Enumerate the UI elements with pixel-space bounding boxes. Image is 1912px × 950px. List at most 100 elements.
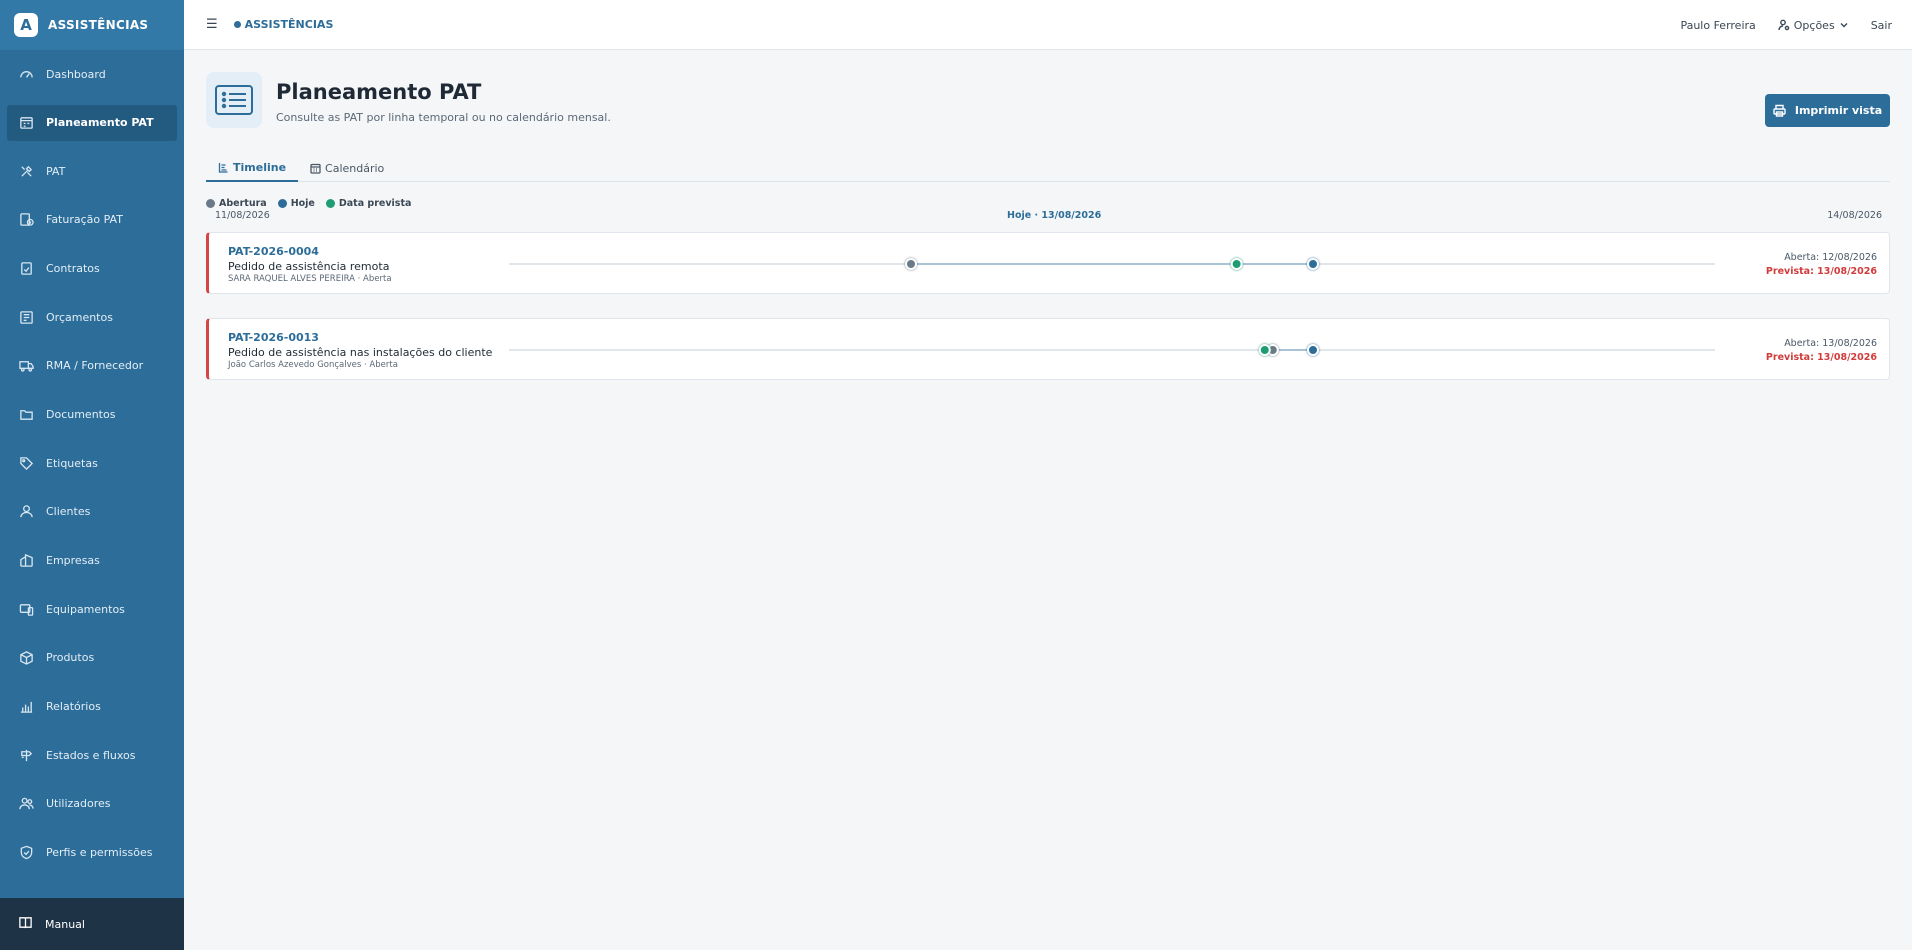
planned-marker — [1258, 344, 1271, 356]
timeline-legend: Abertura Hoje Data prevista — [206, 198, 422, 209]
sidebar-item-label: Equipamentos — [46, 602, 125, 616]
sidebar-item-clientes[interactable]: Clientes — [0, 488, 184, 537]
sidebar-item-relatorios[interactable]: Relatórios — [0, 682, 184, 731]
sidebar-item-utilizadores[interactable]: Utilizadores — [0, 780, 184, 829]
sidebar-item-faturacao-pat[interactable]: Faturação PAT — [0, 195, 184, 244]
sidebar-item-orcamentos[interactable]: Orçamentos — [0, 293, 184, 342]
sidebar-brand[interactable]: A ASSISTÊNCIAS — [0, 0, 184, 50]
sidebar-item-label: Relatórios — [46, 700, 101, 714]
sidebar-item-label: Clientes — [46, 505, 91, 519]
today-marker — [1307, 344, 1319, 356]
options-label: Opções — [1793, 18, 1835, 32]
sidebar-item-perfis-e-permissoes[interactable]: Perfis e permissões — [0, 828, 184, 877]
budget-icon — [18, 309, 34, 325]
legend-today: Hoje — [277, 198, 315, 209]
brand-name: ASSISTÊNCIAS — [48, 18, 149, 32]
pat-code-link[interactable]: PAT-2026-0004 — [228, 245, 319, 258]
invoice-clock-icon — [18, 212, 34, 228]
contract-check-icon — [18, 260, 34, 276]
printer-icon — [1773, 104, 1786, 117]
sidebar-item-documentos[interactable]: Documentos — [0, 390, 184, 439]
legend-opened: Abertura — [206, 198, 267, 209]
top-right-actions: Paulo Ferreira Opções Sair — [1658, 0, 1892, 50]
pat-planned-date: Prevista: 13/08/2026 — [1765, 266, 1877, 277]
pat-card[interactable]: PAT-2026-0004 Pedido de assistência remot… — [206, 232, 1890, 294]
chart-icon — [18, 699, 34, 715]
pat-client-status: João Carlos Azevedo Gonçalves · Aberta — [228, 360, 398, 370]
sidebar-item-contratos[interactable]: Contratos — [0, 244, 184, 293]
sidebar-nav: Dashboard Planeamento PAT PAT Faturação PAT… — [0, 50, 184, 877]
user-name: Paulo Ferreira — [1680, 18, 1756, 32]
planned-marker — [1230, 258, 1243, 270]
sidebar-item-estados-e-fluxos[interactable]: Estados e fluxos — [0, 731, 184, 780]
pat-opened-date: Aberta: 12/08/2026 — [1784, 252, 1877, 263]
legend-planned: Data prevista — [325, 198, 411, 209]
opened-marker — [905, 258, 917, 270]
pat-description: Pedido de assistência remota — [228, 260, 390, 273]
tab-timeline[interactable]: Timeline — [206, 154, 299, 182]
sidebar-item-dashboard[interactable]: Dashboard — [0, 50, 184, 99]
sidebar-item-label: Faturação PAT — [46, 213, 123, 227]
sidebar-item-planeamento-pat[interactable]: Planeamento PAT — [7, 104, 177, 141]
devices-icon — [18, 601, 34, 617]
sidebar-item-label: Manual — [45, 917, 85, 931]
options-menu[interactable]: Opções — [1778, 19, 1849, 32]
legend-swatch — [325, 199, 335, 208]
signpost-icon — [18, 747, 34, 763]
truck-icon — [18, 358, 34, 374]
sidebar-item-rma-fornecedor[interactable]: RMA / Fornecedor — [0, 341, 184, 390]
timeline-end-date: 14/08/2026 — [1827, 210, 1882, 221]
sidebar-item-label: Etiquetas — [46, 456, 98, 470]
chevron-down-icon — [1840, 23, 1848, 28]
page-subtitle: Consulte as PAT por linha temporal ou no… — [276, 111, 611, 124]
pat-opened-date: Aberta: 13/08/2026 — [1784, 338, 1877, 349]
tab-calendar[interactable]: Calendário — [298, 154, 396, 182]
logout-link[interactable]: Sair — [1871, 19, 1892, 32]
print-view-button[interactable]: Imprimir vista — [1765, 94, 1890, 127]
tab-label: Timeline — [233, 160, 287, 174]
building-icon — [18, 553, 34, 569]
menu-toggle-icon[interactable]: ☰ — [206, 17, 218, 32]
sidebar-item-label: PAT — [46, 164, 66, 178]
view-tabs: Timeline Calendário — [206, 154, 1890, 182]
sidebar-item-label: Estados e fluxos — [46, 748, 136, 762]
sidebar-item-label: Planeamento PAT — [46, 116, 154, 130]
book-icon — [18, 915, 33, 933]
sidebar-item-pat[interactable]: PAT — [0, 147, 184, 196]
main-content: Planeamento PAT Consulte as PAT por linh… — [184, 50, 1912, 950]
sidebar-item-label: Produtos — [46, 651, 95, 665]
print-view-label: Imprimir vista — [1794, 104, 1883, 117]
sidebar-item-label: RMA / Fornecedor — [46, 359, 144, 373]
sidebar-item-label: Documentos — [46, 407, 116, 421]
pat-code-link[interactable]: PAT-2026-0013 — [228, 331, 319, 344]
today-marker — [1307, 258, 1319, 270]
pat-dates: Aberta: 13/08/2026 Prevista: 13/08/2026 — [1766, 338, 1877, 363]
sidebar-item-label: Utilizadores — [46, 797, 111, 811]
top-bar: ☰ ASSISTÊNCIAS Paulo Ferreira Opções Sai… — [184, 0, 1912, 50]
sidebar-item-equipamentos[interactable]: Equipamentos — [0, 585, 184, 634]
pat-card[interactable]: PAT-2026-0013 Pedido de assistência nas i… — [206, 318, 1890, 380]
sidebar-item-produtos[interactable]: Produtos — [0, 634, 184, 683]
sidebar-item-label: Contratos — [46, 261, 100, 275]
user-icon — [18, 504, 34, 520]
sidebar-item-etiquetas[interactable]: Etiquetas — [0, 439, 184, 488]
brand-dot-icon — [233, 21, 241, 28]
pat-description: Pedido de assistência nas instalações do… — [228, 346, 493, 359]
box-icon — [18, 650, 34, 666]
user-settings-icon — [1778, 19, 1790, 31]
legend-label: Hoje — [290, 198, 315, 209]
users-icon — [18, 796, 34, 812]
sidebar-item-empresas[interactable]: Empresas — [0, 536, 184, 585]
legend-swatch — [277, 199, 287, 208]
pat-planned-date: Prevista: 13/08/2026 — [1765, 352, 1877, 363]
sidebar-item-manual[interactable]: Manual — [0, 898, 184, 950]
gauge-icon — [18, 66, 34, 82]
sidebar-item-label: Empresas — [46, 554, 100, 568]
pat-client-status: SARA RAQUEL ALVES PEREIRA · Aberta — [228, 274, 392, 284]
page-title: Planeamento PAT — [276, 80, 482, 104]
sidebar: A ASSISTÊNCIAS Dashboard Planeamento PAT P… — [0, 0, 184, 950]
tag-icon — [18, 455, 34, 471]
shield-icon — [18, 845, 34, 861]
top-brand[interactable]: ASSISTÊNCIAS — [233, 18, 333, 31]
timeline-track — [509, 258, 1715, 270]
